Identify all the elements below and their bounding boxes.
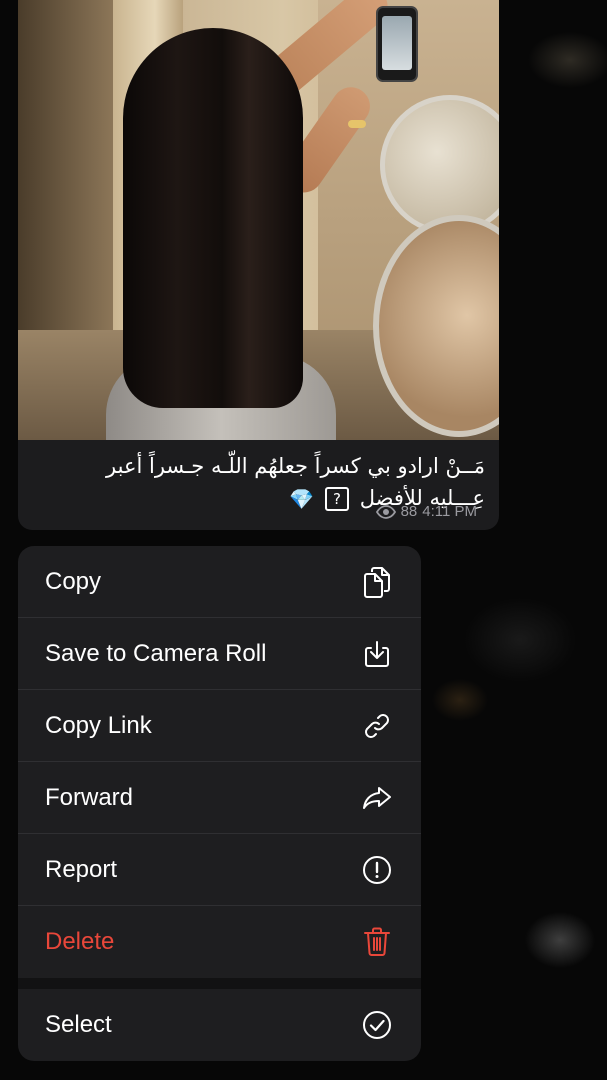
message-meta: 88 4:11 PM — [375, 503, 477, 521]
menu-item-label: Save to Camera Roll — [45, 639, 267, 667]
copy-icon — [361, 566, 393, 598]
exclamation-circle-icon — [361, 854, 393, 886]
context-menu: Copy Save to Camera Roll Copy Link Forwa… — [18, 546, 421, 1061]
view-count: 88 — [400, 503, 418, 520]
menu-item-save-to-camera-roll[interactable]: Save to Camera Roll — [18, 618, 421, 690]
menu-item-label: Select — [45, 1011, 112, 1038]
forward-arrow-icon — [361, 782, 393, 814]
menu-item-label: Forward — [45, 783, 134, 811]
message-photo[interactable] — [18, 0, 499, 440]
unknown-glyph-box: ? — [325, 487, 350, 511]
menu-section-divider — [18, 978, 421, 989]
screen: مَــنْ ارادو بي كسراً جعلهُم اللّـه جـسر… — [0, 0, 607, 1080]
menu-item-label: Report — [45, 855, 118, 883]
menu-item-forward[interactable]: Forward — [18, 762, 421, 834]
menu-item-copy-link[interactable]: Copy Link — [18, 690, 421, 762]
menu-item-label: Copy — [45, 567, 102, 595]
menu-item-label: Copy Link — [45, 711, 152, 739]
menu-item-label: Delete — [45, 928, 115, 955]
photo-phone — [376, 6, 418, 82]
menu-item-copy[interactable]: Copy — [18, 546, 421, 618]
menu-item-select[interactable]: Select — [18, 989, 421, 1061]
check-circle-icon — [361, 1009, 393, 1041]
link-icon — [361, 710, 393, 742]
menu-item-delete[interactable]: Delete — [18, 906, 421, 978]
eye-icon — [375, 505, 396, 519]
trash-icon — [361, 926, 393, 958]
menu-item-report[interactable]: Report — [18, 834, 421, 906]
message-time: 4:11 PM — [422, 503, 477, 520]
gem-emoji: 💎 — [289, 487, 315, 511]
photo-bracelet — [348, 120, 366, 128]
message-bubble[interactable]: مَــنْ ارادو بي كسراً جعلهُم اللّـه جـسر… — [18, 0, 499, 530]
save-download-icon — [361, 638, 393, 670]
photo-hair — [123, 28, 303, 408]
caption-line-1: مَــنْ ارادو بي كسراً جعلهُم اللّـه جـسر… — [106, 454, 485, 478]
